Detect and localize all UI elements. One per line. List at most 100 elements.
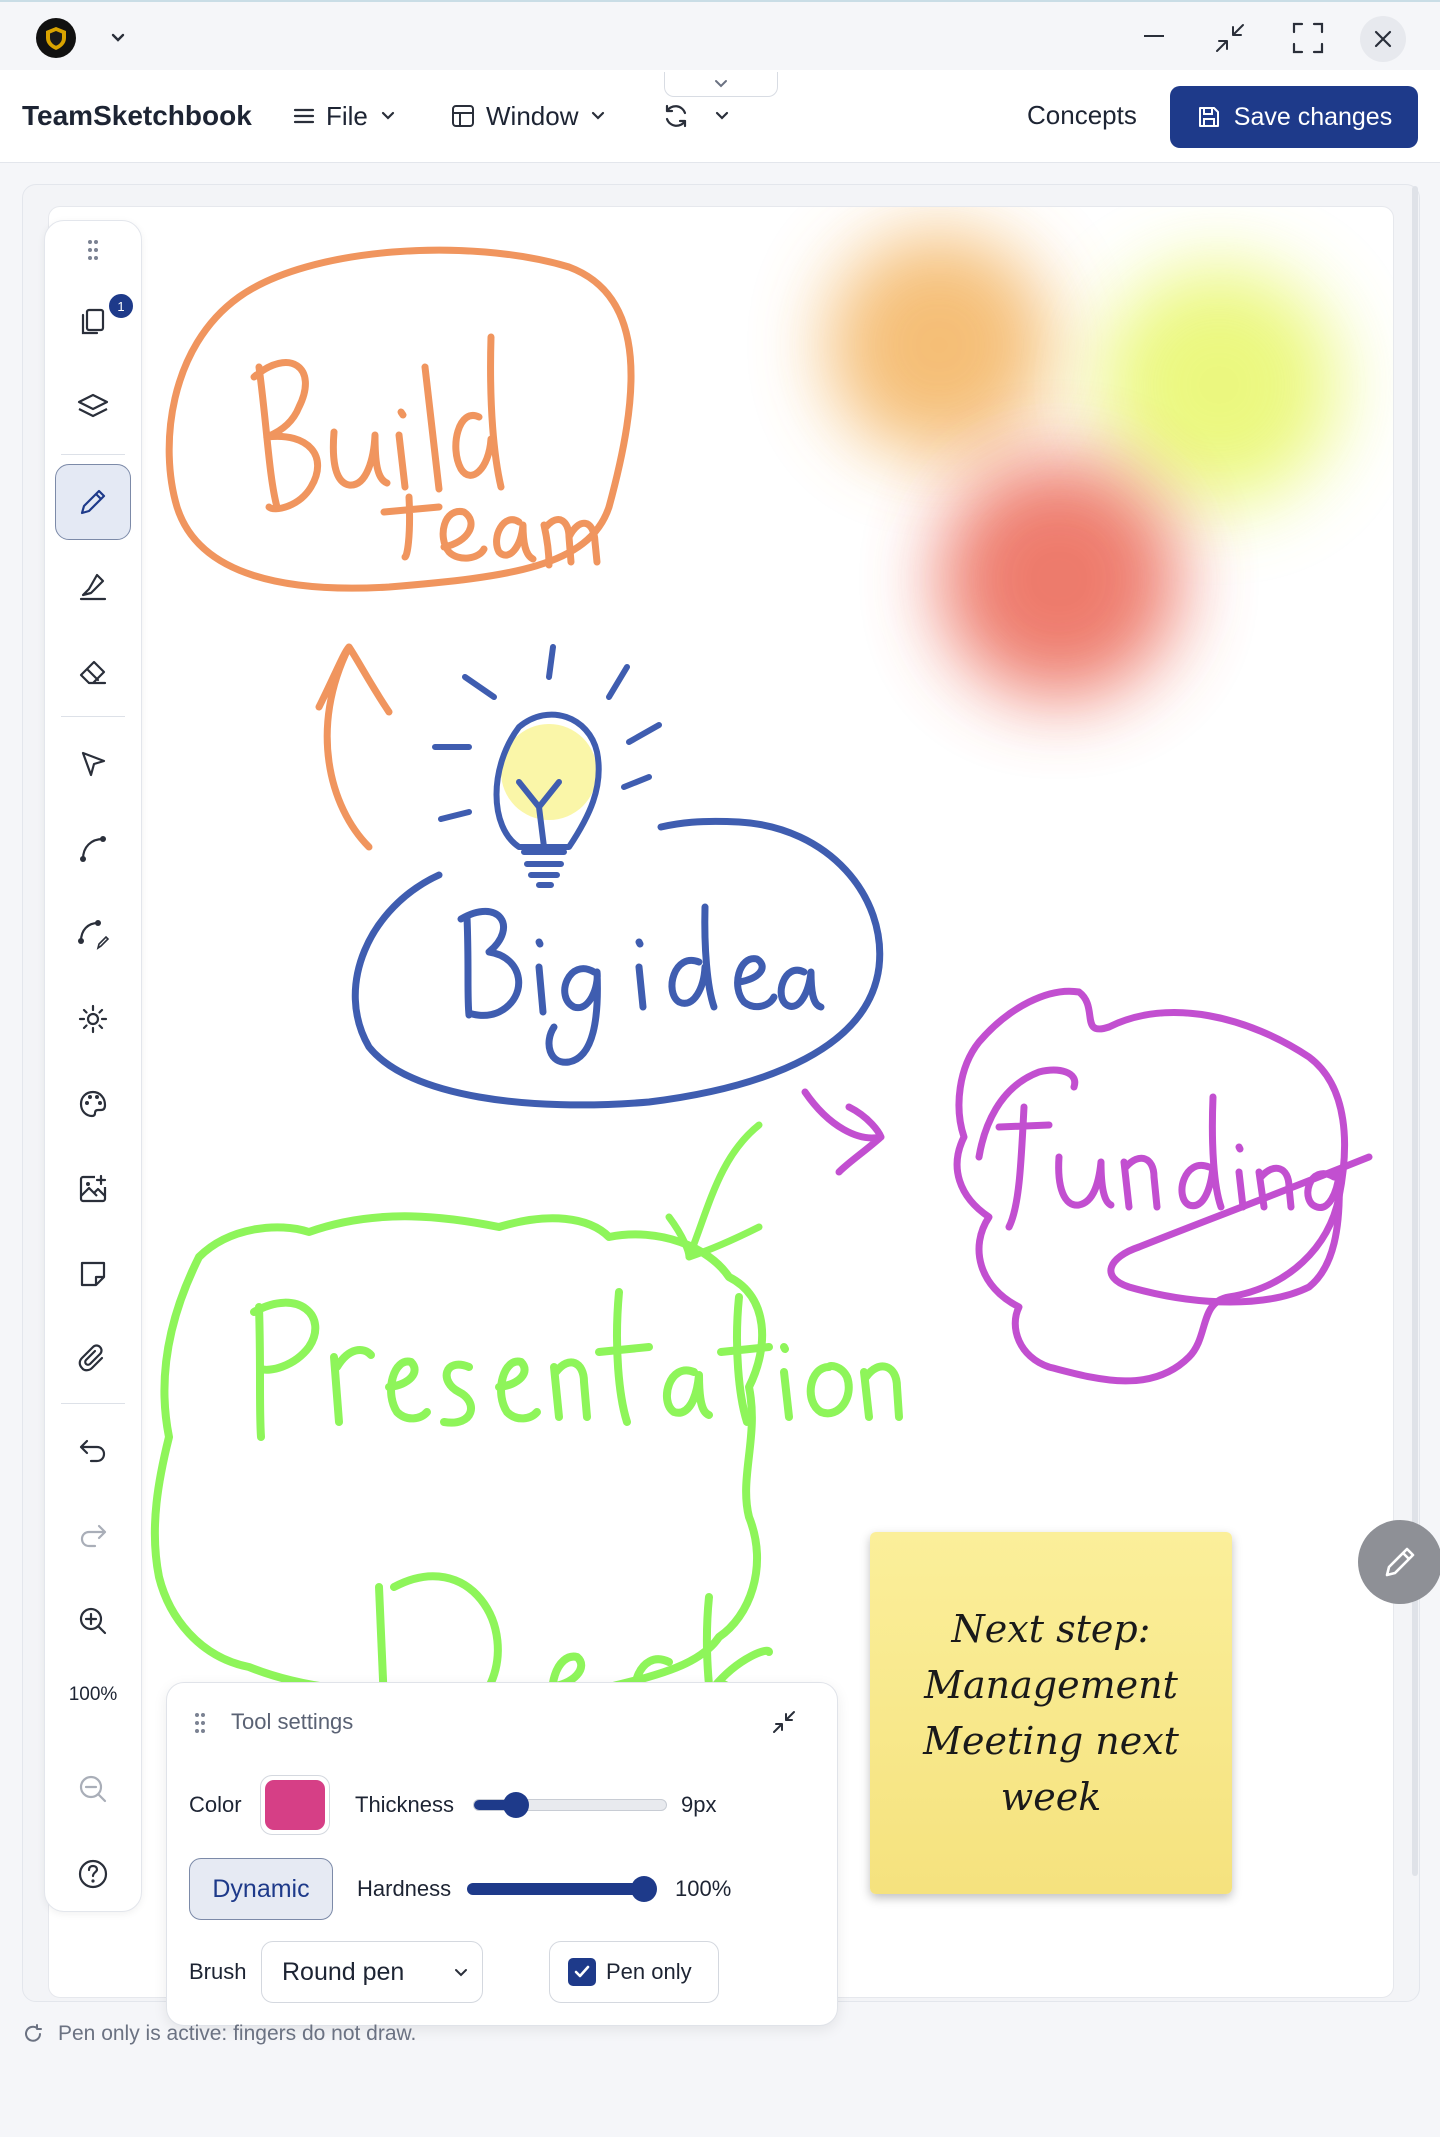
file-menu-label: File — [326, 100, 368, 131]
hardness-slider[interactable] — [467, 1876, 657, 1902]
brightness-icon — [78, 1004, 108, 1034]
select-tool-button[interactable] — [55, 726, 131, 802]
zoom-in-button[interactable] — [55, 1583, 131, 1659]
pen-only-toggle[interactable]: Pen only — [549, 1941, 719, 2003]
collapse-tab[interactable] — [664, 72, 778, 97]
lightbulb-sketch — [432, 644, 662, 888]
eraser-tool-button[interactable] — [55, 634, 131, 710]
title-bar — [0, 0, 1440, 70]
pages-icon — [81, 308, 105, 335]
fullscreen-icon[interactable] — [1288, 18, 1328, 58]
pen-only-checkbox[interactable] — [568, 1958, 596, 1986]
attachment-button[interactable] — [55, 1321, 131, 1397]
save-changes-label: Save changes — [1233, 102, 1393, 131]
save-icon — [1198, 107, 1219, 127]
toolbar-divider — [61, 716, 125, 717]
restore-icon[interactable] — [1210, 18, 1250, 58]
sync-icon — [665, 104, 687, 128]
thickness-slider-knob[interactable] — [503, 1792, 529, 1818]
thickness-label: Thickness — [355, 1792, 455, 1817]
red-blob — [939, 459, 1179, 699]
redo-icon — [80, 1524, 107, 1548]
curve-tool-button[interactable] — [55, 811, 131, 887]
thickness-slider[interactable] — [473, 1792, 667, 1818]
drag-handle-icon — [195, 1713, 205, 1733]
app-logo-icon[interactable] — [36, 18, 76, 58]
toolbar-drag-handle[interactable] — [55, 235, 131, 265]
chevron-down-icon — [381, 111, 395, 120]
zoom-out-button[interactable] — [55, 1751, 131, 1827]
color-swatch-fill — [265, 1780, 325, 1830]
color-swatch[interactable] — [260, 1775, 330, 1835]
chevron-down-icon — [455, 1969, 467, 1977]
close-icon — [1374, 30, 1392, 48]
canvas-scrollbar[interactable] — [1412, 186, 1418, 1876]
zoom-out-icon — [79, 1775, 107, 1803]
color-label: Color — [189, 1792, 242, 1817]
palette-icon — [79, 1090, 107, 1118]
green-arrow — [665, 1121, 763, 1261]
funding-sketch — [953, 987, 1373, 1385]
window-layout-icon — [452, 105, 474, 127]
pages-badge: 1 — [107, 292, 135, 320]
concepts-link[interactable]: Concepts — [1027, 100, 1137, 131]
window-menu-button[interactable]: Window — [450, 92, 608, 140]
sticky-note-line-1: Next step: — [951, 1607, 1151, 1651]
undo-button[interactable] — [55, 1413, 131, 1489]
sync-button[interactable] — [662, 92, 732, 140]
pencil-icon — [1385, 1547, 1415, 1577]
app-menu-chevron-icon[interactable] — [104, 24, 132, 52]
redo-button[interactable] — [55, 1498, 131, 1574]
eraser-icon — [79, 660, 107, 685]
pages-button[interactable]: 1 — [55, 284, 135, 360]
thickness-value: 9px — [681, 1792, 717, 1817]
chevron-down-icon — [715, 111, 729, 120]
tool-settings-panel: Tool settings Color Thickness 9px Dynami… — [166, 1682, 838, 2026]
zoom-in-icon — [79, 1607, 107, 1635]
save-changes-button[interactable]: Save changes — [1170, 86, 1418, 148]
pen-only-label: Pen only — [606, 1959, 692, 1984]
window-menu-label: Window — [486, 100, 579, 131]
layers-icon — [77, 393, 109, 418]
curve-edit-tool-button[interactable] — [55, 896, 131, 972]
file-menu-button[interactable]: File — [292, 92, 398, 140]
status-message: Pen only is active: fingers do not draw. — [58, 2022, 417, 2045]
sticky-note[interactable]: Next step: Management Meeting next week — [870, 1532, 1232, 1894]
menu-lines-icon — [293, 108, 315, 124]
collapse-panel-button[interactable] — [771, 1709, 797, 1740]
brightness-button[interactable] — [55, 981, 131, 1057]
drag-handle-icon — [88, 240, 98, 260]
left-toolbar: 1 100% — [44, 220, 142, 1912]
dynamic-toggle-button[interactable]: Dynamic — [189, 1858, 333, 1920]
hardness-label: Hardness — [357, 1876, 452, 1901]
chevron-down-icon — [715, 80, 727, 88]
note-icon — [80, 1261, 106, 1287]
pen-icon — [80, 489, 106, 515]
edit-floating-button[interactable] — [1358, 1520, 1440, 1604]
select-icon — [81, 751, 106, 777]
chevron-down-icon — [592, 111, 605, 120]
palette-button[interactable] — [55, 1066, 131, 1142]
close-button[interactable] — [1360, 16, 1406, 62]
brush-select[interactable]: Round pen — [261, 1941, 483, 2003]
brush-select-value: Round pen — [282, 1957, 405, 1986]
tool-settings-title: Tool settings — [231, 1709, 354, 1734]
highlighter-icon — [79, 573, 107, 601]
collapse-icon — [773, 1711, 795, 1733]
pen-tool-button[interactable] — [55, 464, 131, 540]
layers-button[interactable] — [55, 369, 131, 445]
orange-arrow — [315, 643, 393, 851]
sticky-note-button[interactable] — [55, 1236, 131, 1312]
attachment-icon — [78, 1344, 104, 1372]
add-image-button[interactable] — [55, 1151, 131, 1227]
highlighter-tool-button[interactable] — [55, 549, 131, 625]
brush-label: Brush — [189, 1959, 247, 1984]
minimize-icon[interactable] — [1136, 18, 1172, 54]
yellow-blob — [1099, 265, 1339, 505]
panel-drag-handle[interactable] — [193, 1711, 207, 1740]
hardness-slider-knob[interactable] — [631, 1876, 657, 1902]
help-button[interactable] — [55, 1836, 131, 1912]
refresh-icon — [25, 2024, 42, 2042]
curve-edit-icon — [78, 920, 110, 950]
toolbar-divider — [61, 454, 125, 455]
